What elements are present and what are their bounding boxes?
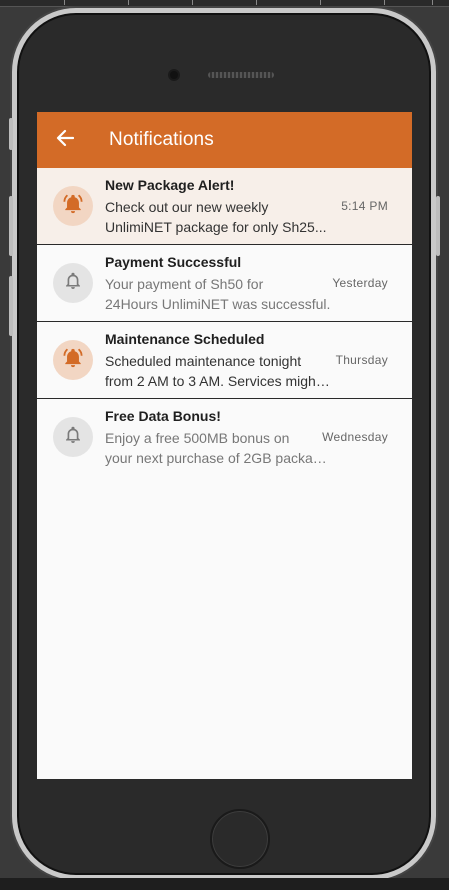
notification-item[interactable]: Payment Successful Your payment of Sh50 … [37, 245, 412, 322]
notification-body: Check out our new weekly UnlimiNET packa… [105, 197, 331, 237]
arrow-left-icon [56, 129, 75, 152]
notification-body-line-1: Enjoy a free 500MB bonus on [105, 429, 290, 446]
power-button [436, 196, 440, 256]
notification-time: Wednesday [322, 430, 388, 444]
mute-switch [9, 118, 13, 150]
front-camera [170, 71, 178, 79]
notification-list: New Package Alert! Check out our new wee… [37, 168, 412, 475]
earpiece-speaker [208, 72, 274, 78]
notification-body-line-1: Scheduled maintenance tonight [105, 352, 302, 369]
volume-down-button [9, 276, 13, 336]
page-title: Notifications [109, 129, 214, 150]
notification-body-line-1: Check out our new weekly [105, 198, 269, 215]
notification-title: New Package Alert! [105, 176, 235, 193]
notification-avatar [53, 186, 93, 226]
notification-title: Free Data Bonus! [105, 407, 221, 424]
bell-icon [63, 271, 83, 296]
notification-body-line-2: 24Hours UnlimiNET was successful. [105, 295, 331, 312]
notification-avatar [53, 263, 93, 303]
notification-body-line-2: UnlimiNET package for only Sh25... [105, 218, 327, 235]
bell-icon [63, 425, 83, 450]
bell-ringing-icon [62, 347, 84, 374]
app-bar: Notifications [37, 112, 412, 168]
notification-time: Yesterday [332, 276, 388, 290]
notification-body: Enjoy a free 500MB bonus on your next pu… [105, 428, 331, 468]
home-button[interactable] [210, 809, 270, 869]
notification-item[interactable]: New Package Alert! Check out our new wee… [37, 168, 412, 245]
notification-body-line-1: Your payment of Sh50 for [105, 275, 264, 292]
notification-item[interactable]: Maintenance Scheduled Scheduled maintena… [37, 322, 412, 399]
emulator-canvas: Notifications New Package Alert! Check o… [0, 0, 449, 890]
volume-up-button [9, 196, 13, 256]
notification-body: Your payment of Sh50 for 24Hours UnlimiN… [105, 274, 331, 314]
notification-body-line-2: your next purchase of 2GB package. [105, 449, 331, 466]
notification-time: Thursday [335, 353, 388, 367]
notification-title: Maintenance Scheduled [105, 330, 265, 347]
notification-avatar [53, 340, 93, 380]
notification-time: 5:14 PM [341, 199, 388, 213]
bottom-strip [0, 878, 449, 890]
bell-ringing-icon [62, 193, 84, 220]
app-screen: Notifications New Package Alert! Check o… [37, 112, 412, 779]
notification-item[interactable]: Free Data Bonus! Enjoy a free 500MB bonu… [37, 399, 412, 475]
notification-body-line-2: from 2 AM to 3 AM. Services might be aff… [105, 372, 331, 389]
notification-avatar [53, 417, 93, 457]
top-ruler [0, 0, 449, 7]
back-button[interactable] [37, 112, 93, 168]
notification-body: Scheduled maintenance tonight from 2 AM … [105, 351, 331, 391]
notification-title: Payment Successful [105, 253, 242, 270]
